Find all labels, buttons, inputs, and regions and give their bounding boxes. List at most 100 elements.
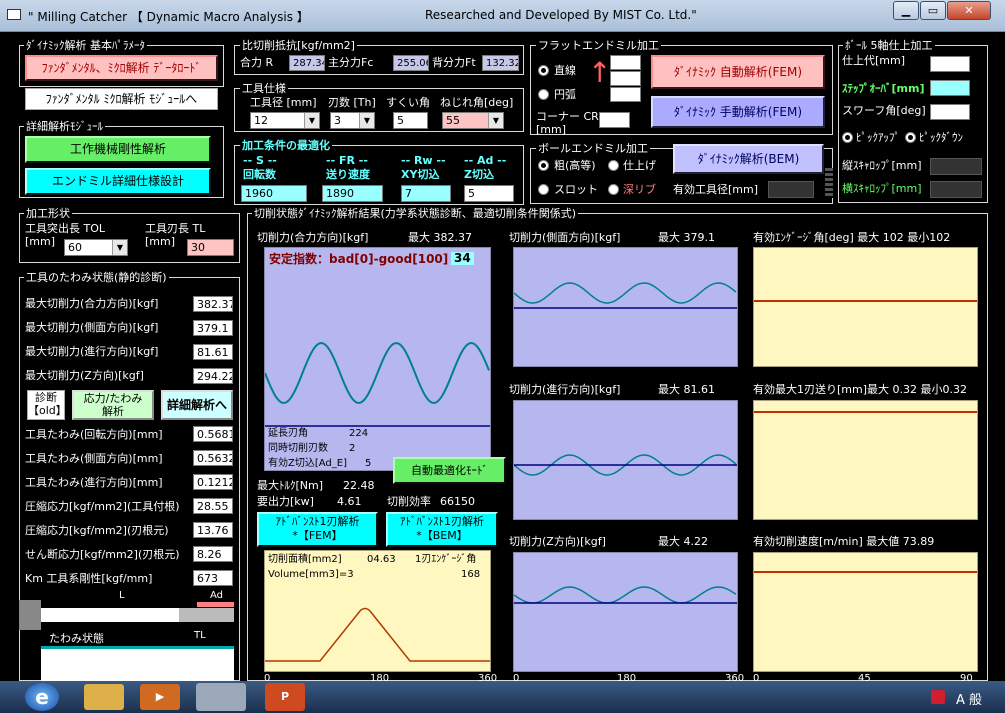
stability-label: 安定指数：bad[0]-good[100] [269,252,449,266]
p2-wave [513,282,737,304]
p3-chart [513,454,737,476]
km-rigidity-value: 673 [193,570,233,586]
flat-title: フラットエンドミル加工 [536,39,661,52]
p2-chart [513,282,737,309]
s-input[interactable]: 1960 [241,185,307,202]
shape-title: 加工形状 [24,207,72,220]
dia-select[interactable]: 12 ▼ [250,112,320,129]
manual-fem-button[interactable]: ﾀﾞｲﾅﾐｯｸ 手動解析(FEM) [651,96,825,128]
corner-input[interactable] [599,112,630,128]
finish-radio[interactable] [608,160,619,171]
auto-fem-button[interactable]: ﾀﾞｲﾅﾐｯｸ 自動解析(FEM) [651,55,825,89]
rough-label: 粗(高等) [554,159,596,172]
window-credit: Researched and Developed By MIST Co. Ltd… [425,8,697,22]
deep-rib-radio[interactable] [608,184,619,195]
ext-angle-value: 224 [349,428,369,439]
stepover-input[interactable] [930,80,970,96]
max-force-z-value: 294.22 [193,368,233,384]
powerpoint-icon[interactable]: P [265,683,305,711]
up-arrow-icon: ↑ [588,56,612,89]
splitter-grip[interactable] [825,168,833,198]
pickup-radio[interactable] [842,132,853,143]
helix-select[interactable]: 55 ▼ [442,112,504,129]
micro-module-button[interactable]: ﾌｧﾝﾀﾞﾒﾝﾀﾙ ﾐｸﾛ解析 ﾓｼﾞｭｰﾙへ [25,88,218,110]
allowance-input[interactable] [930,56,970,72]
explorer-icon[interactable] [84,684,124,710]
swarf-input[interactable] [930,104,970,120]
eff-len-value [768,181,814,198]
tool-edge [179,608,234,622]
machine-rigidity-button[interactable]: 工作機械剛性解析 [25,136,211,163]
tl-input[interactable]: 30 [187,239,234,256]
p1-plot: 安定指数：bad[0]-good[100] 34 延長刃角 224 同時切削刃数… [264,247,491,471]
corner-label: コーナー CR [mm] [536,110,599,136]
app-icon[interactable] [7,9,21,20]
p6-plot [753,400,978,520]
tool-shank [41,608,179,622]
teeth-select[interactable]: 3 ▼ [330,112,375,129]
ad-input[interactable]: 5 [464,185,514,202]
fc-label: 主分力Fc [328,56,374,69]
eff-rate-label: 切削効率 [387,495,431,508]
stepover-label: ｽﾃｯﾌﾟｵｰﾊﾞ[mm] [842,82,925,95]
advanced-fem-button[interactable]: ｱﾄﾞﾊﾞﾝｽﾄ1刃解析 *【FEM】 [257,512,378,547]
torque-value: 22.48 [343,479,375,492]
v-scallop-value [930,158,982,175]
endmill-spec-button[interactable]: エンドミル詳細仕様設計 [25,168,211,195]
fr-head: -- FR -- [326,154,368,167]
data-load-button[interactable]: ﾌｧﾝﾀﾞﾒﾝﾀﾙ、ﾐｸﾛ解析 ﾃﾞｰﾀﾛｰﾄﾞ [25,55,218,81]
p7-title: 有効切削速度[m/min] 最大値 73.89 [753,535,935,548]
detail-module-title: 詳細解析ﾓｼﾞｭｰﾙ [24,120,105,133]
eff-rate-value: 66150 [440,495,475,508]
flat-input-1[interactable] [610,55,641,70]
p2-title: 切削力(側面方向)[kgf] [509,231,621,244]
simul-label: 同時切削刃数 [268,443,328,454]
advanced-bem-button[interactable]: ｱﾄﾞﾊﾞﾝｽﾄ1刃解析 *【BEM】 [386,512,498,547]
straight-radio[interactable] [538,65,549,76]
stress-deflection-button[interactable]: 応力/たわみ 解析 [72,390,154,420]
p5-line [754,300,977,302]
chevron-down-icon: ▼ [359,113,374,128]
tl-label: 工具刃長 TL [145,222,206,235]
tool-bar-graphic: L Ad たわみ状態 TL [19,590,240,681]
p3-title: 切削力(進行方向)[kgf] [509,383,621,396]
p1-max: 最大 382.37 [408,231,472,244]
slot-radio[interactable] [538,184,549,195]
rake-label: すくい角 [386,96,430,109]
rough-radio[interactable] [538,160,549,171]
close-button[interactable]: ✕ [947,1,991,20]
ad-head: -- Ad -- [464,154,507,167]
r-label: 合力 R [240,56,274,69]
bem-button[interactable]: ﾀﾞｲﾅﾐｯｸ解析(BEM) [673,144,824,174]
diagnose-old-button[interactable]: 診断 【old】 [27,390,65,420]
media-player-icon[interactable]: ▶ [140,684,180,710]
tol-unit: [mm] [25,235,56,248]
rw-input[interactable]: 7 [401,185,451,202]
simul-value: 2 [349,443,356,454]
pickdown-radio[interactable] [905,132,916,143]
rake-input[interactable]: 5 [393,112,428,129]
ft-label: 背分力Ft [432,56,476,69]
eff-z-label: 有効Z切込[Ad_E] [268,458,347,469]
p2-plot [513,247,738,367]
p4-title: 切削力(Z方向)[kgf] [509,535,606,548]
max-force-z-label: 最大切削力(Z方向)[kgf] [25,369,144,382]
flat-input-3[interactable] [610,87,641,102]
detail-analysis-button[interactable]: 詳細解析へ [161,390,233,420]
max-force-side-value: 379.1 [193,320,233,336]
allowance-label: 仕上代[mm] [842,54,906,67]
v-scallop-label: 縦ｽｷｬﾛｯﾌﾟ[mm] [842,159,922,172]
ime-indicator[interactable]: A 般 [956,689,982,708]
minimize-button[interactable]: ▁ [893,1,919,20]
tray-icon[interactable] [931,690,945,704]
arc-radio[interactable] [538,89,549,100]
fr-input[interactable]: 1890 [322,185,383,202]
tol-select[interactable]: 60 ▼ [64,239,128,256]
maximize-button[interactable]: ▭ [920,1,946,20]
title-bar: " Milling Catcher 【 Dynamic Macro Analys… [0,0,1005,32]
auto-optimize-button[interactable]: 自動最適化ﾓｰﾄﾞ [393,457,506,484]
p7-plot [753,552,978,672]
app-task-icon[interactable] [196,683,246,711]
start-button[interactable]: e [25,683,59,711]
flat-input-2[interactable] [610,71,641,86]
